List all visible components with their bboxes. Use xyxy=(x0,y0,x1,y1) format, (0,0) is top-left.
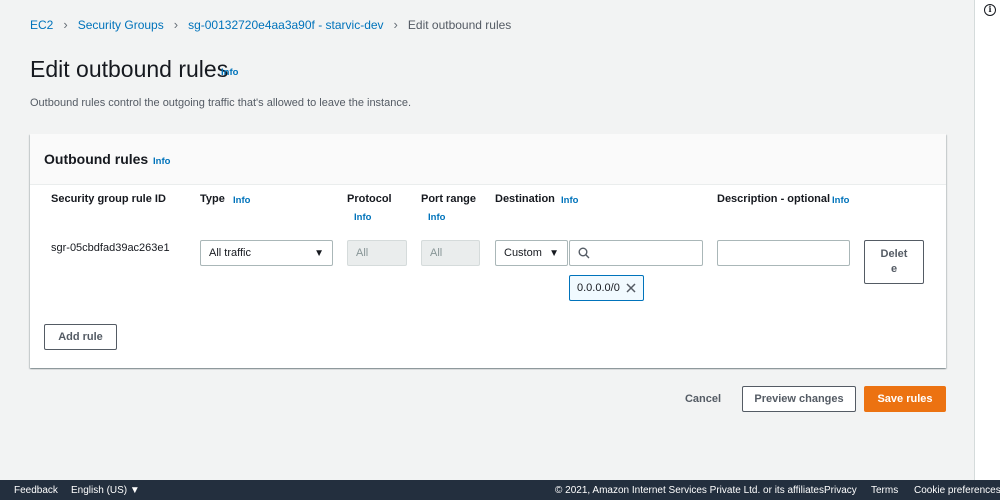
breadcrumb-security-group[interactable]: sg-00132720e4aa3a90f - starvic-dev xyxy=(188,18,383,32)
breadcrumb: EC2 › Security Groups › sg-00132720e4aa3… xyxy=(30,17,511,32)
chevron-right-icon: › xyxy=(393,17,398,32)
caret-down-icon: ▼ xyxy=(549,248,559,259)
panel-header: Outbound rules Info xyxy=(30,134,946,185)
column-header-type: Type xyxy=(200,193,225,205)
cancel-button[interactable]: Cancel xyxy=(676,388,730,410)
column-header-protocol: Protocol xyxy=(347,193,392,205)
destination-type-select[interactable]: Custom ▼ xyxy=(495,240,568,266)
outbound-rules-panel: Outbound rules Info Security group rule … xyxy=(30,134,946,368)
chevron-right-icon: › xyxy=(63,17,68,32)
description-info-link[interactable]: Info xyxy=(832,195,849,206)
terms-link[interactable]: Terms xyxy=(871,485,898,496)
panel-info-link[interactable]: Info xyxy=(153,156,170,167)
destination-token-label: 0.0.0.0/0 xyxy=(577,282,620,294)
help-panel-rail xyxy=(974,0,1000,480)
type-select-value: All traffic xyxy=(209,247,251,259)
column-header-destination: Destination xyxy=(495,193,555,205)
port-range-value: All xyxy=(430,247,443,259)
breadcrumb-security-groups[interactable]: Security Groups xyxy=(78,18,164,32)
protocol-value: All xyxy=(356,247,369,259)
column-header-description: Description - optional xyxy=(717,193,831,205)
feedback-link[interactable]: Feedback xyxy=(14,485,58,496)
panel-title: Outbound rules xyxy=(44,151,149,167)
close-icon[interactable] xyxy=(624,281,638,295)
footer: Feedback English (US) ▼ © 2021, Amazon I… xyxy=(0,480,1000,500)
page-title: Edit outbound rules xyxy=(30,56,229,82)
info-circle-icon[interactable]: i xyxy=(984,4,996,16)
type-select[interactable]: All traffic ▼ xyxy=(200,240,333,266)
copyright-text: © 2021, Amazon Internet Services Private… xyxy=(555,485,827,496)
main-content: EC2 › Security Groups › sg-00132720e4aa3… xyxy=(0,0,974,480)
search-icon xyxy=(578,247,590,259)
chevron-right-icon: › xyxy=(173,17,179,32)
cookie-preferences-link[interactable]: Cookie preferences xyxy=(914,485,1000,496)
preview-changes-button[interactable]: Preview changes xyxy=(742,386,856,412)
destination-search-input[interactable] xyxy=(569,240,703,266)
column-header-port-range: Port range xyxy=(421,193,477,205)
breadcrumb-current: Edit outbound rules xyxy=(407,17,512,32)
language-selector[interactable]: English (US) ▼ xyxy=(71,485,140,496)
port-range-field: All xyxy=(421,240,480,266)
port-range-info-link[interactable]: Info xyxy=(428,212,445,223)
protocol-info-link[interactable]: Info xyxy=(354,212,371,223)
save-rules-button[interactable]: Save rules xyxy=(864,386,946,412)
caret-down-icon: ▼ xyxy=(314,248,324,259)
destination-info-link[interactable]: Info xyxy=(561,195,578,206)
column-header-rule-id: Security group rule ID xyxy=(51,193,166,205)
breadcrumb-ec2[interactable]: EC2 xyxy=(30,18,53,32)
privacy-link[interactable]: Privacy xyxy=(824,485,857,496)
destination-token: 0.0.0.0/0 xyxy=(569,275,644,301)
rule-id: sgr-05cbdfad39ac263e1 xyxy=(51,242,170,254)
page-info-link[interactable]: Info xyxy=(221,67,238,78)
page-description: Outbound rules control the outgoing traf… xyxy=(30,97,412,109)
add-rule-button[interactable]: Add rule xyxy=(44,324,117,350)
protocol-field: All xyxy=(347,240,407,266)
description-input[interactable] xyxy=(717,240,850,266)
destination-type-value: Custom xyxy=(504,247,542,259)
delete-rule-button[interactable]: Delete xyxy=(864,240,924,284)
type-info-link[interactable]: Info xyxy=(233,195,250,206)
